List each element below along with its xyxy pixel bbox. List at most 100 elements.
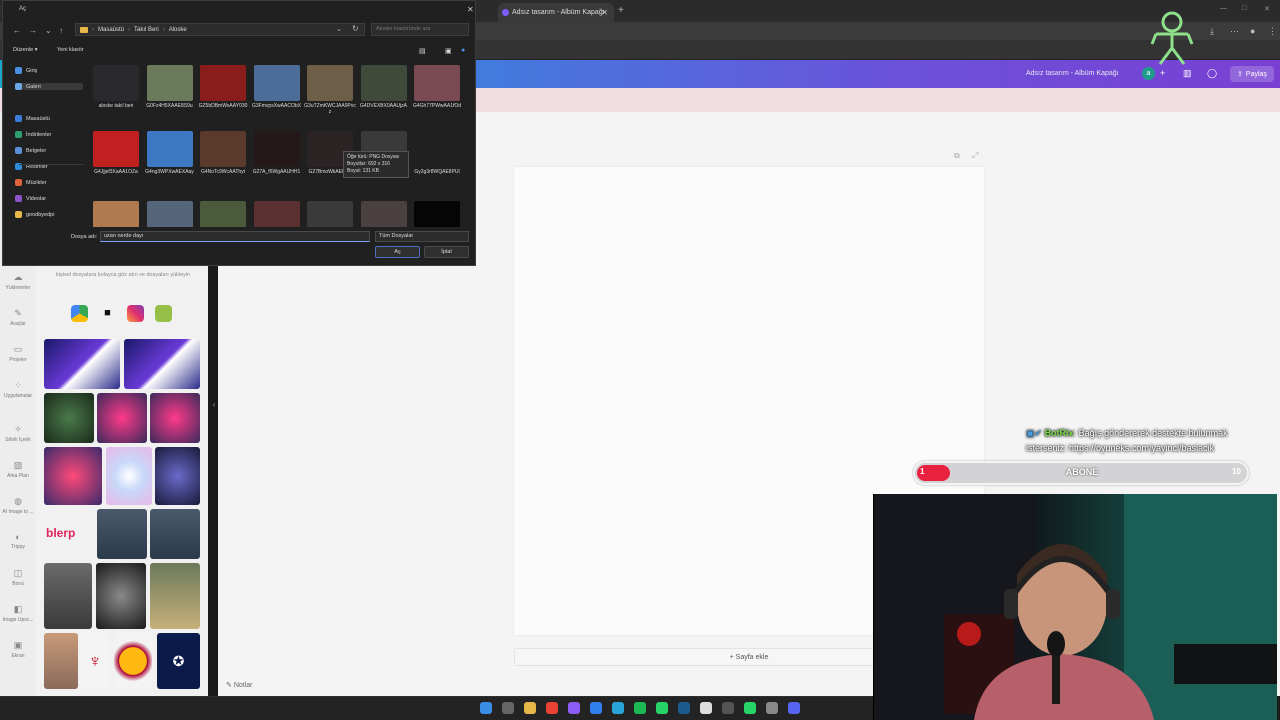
obs-icon[interactable] [722,702,734,714]
liverpool-logo[interactable]: ♆ [80,633,110,689]
minimize-icon[interactable]: — [1220,5,1227,12]
rail-item[interactable]: ✎ Araçlar [0,308,36,327]
rail-item[interactable]: ◐ Trippy [0,532,36,550]
file-item[interactable] [89,201,143,227]
file-explorer-icon[interactable] [524,702,536,714]
vscode-icon[interactable] [590,702,602,714]
document-title[interactable]: Adsız tasarım - Albüm Kapağı [1026,70,1119,77]
back-arrow-icon[interactable]: ← [13,26,21,35]
nav-item[interactable]: Masaüstü [15,115,83,122]
notes-button[interactable]: ✎ Notlar [226,681,253,689]
menu-icon[interactable]: ⋮ [1268,26,1277,37]
telegram-icon[interactable] [612,702,624,714]
file-item[interactable] [196,201,250,227]
rail-item[interactable]: ⁘ Uygulamalar [0,380,36,399]
nav-item[interactable]: Müzikler [15,179,83,186]
rail-item[interactable]: ✧ Sihirli İçerik [0,424,36,443]
nav-item[interactable]: Belgeler [15,147,83,154]
champions-league-logo[interactable]: ✪ [157,633,200,689]
nav-item[interactable]: İndirilenler [15,131,83,138]
steam-icon[interactable] [678,702,690,714]
share-button[interactable]: ⇪ Paylaş [1230,66,1274,82]
upload-thumbnail[interactable] [97,509,147,559]
blerp-logo[interactable]: blerp [46,526,75,540]
discord-icon[interactable] [788,702,800,714]
upload-thumbnail[interactable] [97,393,147,443]
rail-item[interactable]: ☁ Yüklemeler [0,272,36,291]
insights-icon[interactable]: ▥ [1183,68,1192,79]
rail-item[interactable]: ▨ Arka Plan [0,460,36,479]
windows-start-icon[interactable] [480,702,492,714]
breadcrumb-item[interactable]: Aloske [169,27,187,33]
upload-thumbnail[interactable] [44,339,120,389]
opera-gx-icon[interactable] [568,702,580,714]
expand-page-icon[interactable]: ⤢ [972,151,978,161]
upload-thumbnail[interactable] [106,447,152,505]
file-item[interactable] [410,201,464,227]
rail-item[interactable]: ◍ AI Image to ... [0,496,36,515]
organize-menu[interactable]: Düzenle ▾ [13,47,37,53]
file-item[interactable]: G0Fz4H5XAAE8S9u [143,65,197,109]
nav-item[interactable]: goodbyedpi [15,211,83,218]
file-item[interactable] [303,201,357,227]
dropbox-icon[interactable]: ■ [99,305,116,322]
filetype-select[interactable]: Tüm Dosyalar [375,231,469,242]
cancel-button[interactable]: İptal [424,246,469,258]
upload-thumbnail[interactable] [44,563,92,629]
rail-item[interactable]: ◧ Image Upsc... [0,604,36,623]
up-arrow-icon[interactable]: ↑ [59,26,63,35]
file-item[interactable]: G4NoTc9WcAAThyt [196,131,250,175]
comment-icon[interactable]: ◯ [1207,68,1217,79]
file-item[interactable]: G27A_f6WgAAUHH1 [250,131,304,175]
nav-item[interactable]: Giriş [15,67,83,74]
tab-close-icon[interactable]: ✕ [601,8,608,17]
open-button[interactable]: Aç [375,246,420,258]
help-icon[interactable]: ● [461,47,465,54]
breadcrumb-item[interactable]: Masaüstü [98,27,124,33]
file-item[interactable] [250,201,304,227]
upload-thumbnail[interactable] [150,393,200,443]
google-drive-icon[interactable] [71,305,88,322]
file-item[interactable]: GZ5bDBmWsAAY030 [196,65,250,109]
breadcrumb-item[interactable]: Takıl Beri [134,27,159,33]
upload-thumbnail[interactable] [150,509,200,559]
new-folder-button[interactable]: Yeni klasör [57,47,84,53]
breadcrumb[interactable]: › Masaüstü › Takıl Beri › Aloske [75,23,365,36]
nav-item[interactable]: Galeri [15,83,83,90]
file-item[interactable] [357,201,411,227]
new-tab-icon[interactable]: + [618,5,624,16]
path-dropdown-icon[interactable]: ⌄ [336,25,342,33]
whatsapp-icon[interactable] [744,702,756,714]
galatasaray-logo[interactable] [114,633,152,689]
shopify-icon[interactable] [155,305,172,322]
upload-thumbnail[interactable] [150,563,200,629]
recent-chevron-icon[interactable]: ⌄ [45,26,52,35]
maximize-icon[interactable]: □ [1242,5,1246,12]
upload-thumbnail[interactable] [44,633,78,689]
upload-thumbnail[interactable] [44,447,102,505]
view-mode-icon[interactable]: ▤ [419,47,426,55]
spotify-icon[interactable] [634,702,646,714]
file-item[interactable]: G4Jjjef3XaAA1OZa [89,131,143,175]
lock-page-icon[interactable]: ⧉ [954,151,960,161]
whatsapp-app-icon[interactable] [656,702,668,714]
refresh-icon[interactable]: ↻ [352,24,359,33]
upload-thumbnail[interactable] [96,563,146,629]
dialog-close-icon[interactable]: ✕ [467,5,474,14]
file-item[interactable]: G4DVEXBX0AAUjzA [357,65,411,109]
forward-arrow-icon[interactable]: → [29,26,37,35]
rail-item[interactable]: ◫ Borsi [0,568,36,587]
preview-pane-icon[interactable]: ▣ [445,47,452,55]
file-item[interactable]: G3uTZmKWCJAA9Pvcz [303,65,357,115]
game-icon[interactable] [766,702,778,714]
profile-icon[interactable]: ● [1250,26,1255,36]
download-icon[interactable]: ⤓ [1210,26,1214,37]
instagram-icon[interactable] [127,305,144,322]
file-item[interactable]: aloske takıl beri [89,65,143,109]
browser-tab[interactable]: Adsız tasarım - Albüm Kapağı ✕ [498,3,614,22]
extensions-icon[interactable]: ⋯ [1230,26,1239,37]
rail-item[interactable]: ▣ Ekran [0,640,36,659]
upload-thumbnail[interactable] [44,393,94,443]
upload-thumbnail[interactable] [124,339,200,389]
add-collaborator-icon[interactable]: + [1160,68,1165,78]
